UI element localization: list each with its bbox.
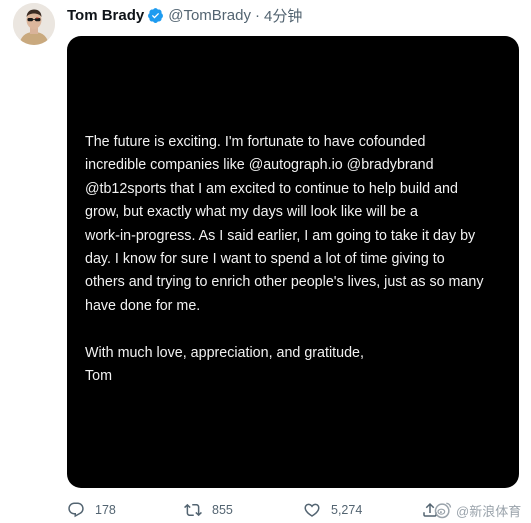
- tweet-image[interactable]: The future is exciting. I'm fortunate to…: [67, 36, 519, 488]
- statement-line: incredible companies like @autograph.io …: [85, 157, 434, 174]
- like-count: 5,274: [331, 503, 363, 517]
- statement-text: The future is exciting. I'm fortunate to…: [85, 131, 510, 388]
- retweet-button[interactable]: 855: [184, 498, 233, 522]
- weibo-logo-icon: [434, 502, 452, 519]
- timestamp[interactable]: 4分钟: [264, 5, 302, 26]
- statement-line: have done for me.: [85, 297, 201, 314]
- statement-line: day. I know for sure I want to spend a l…: [85, 251, 445, 268]
- statement-line: others and trying to enrich other people…: [85, 274, 484, 291]
- statement-line: grow, but exactly what my days will look…: [85, 204, 418, 221]
- display-name[interactable]: Tom Brady: [67, 7, 144, 24]
- like-button[interactable]: 5,274: [303, 498, 362, 522]
- reply-count: 178: [95, 503, 116, 517]
- avatar[interactable]: [13, 3, 55, 45]
- closing-line: With much love, appreciation, and gratit…: [85, 344, 364, 361]
- reply-button[interactable]: 178: [67, 498, 116, 522]
- retweet-count: 855: [212, 503, 233, 517]
- verified-badge-icon: [147, 7, 164, 24]
- statement-line: The future is exciting. I'm fortunate to…: [85, 134, 426, 150]
- watermark: @新浪体育: [433, 499, 521, 521]
- tweet-header: Tom Brady @TomBrady · 4分钟: [67, 5, 302, 25]
- reply-icon: [68, 502, 84, 518]
- avatar-photo-icon: [13, 3, 55, 45]
- retweet-icon: [184, 503, 202, 517]
- heart-icon: [304, 503, 320, 517]
- watermark-text: @新浪体育: [456, 503, 522, 519]
- tweet: Tom Brady @TomBrady · 4分钟 The future is …: [0, 0, 531, 523]
- separator-dot: ·: [254, 6, 260, 24]
- signature-line: Tom: [85, 368, 113, 385]
- statement-line: @tb12sports that I am excited to continu…: [85, 180, 458, 197]
- handle[interactable]: @TomBrady: [168, 7, 251, 24]
- statement-line: work-in-progress. As I said earlier, I a…: [85, 227, 476, 244]
